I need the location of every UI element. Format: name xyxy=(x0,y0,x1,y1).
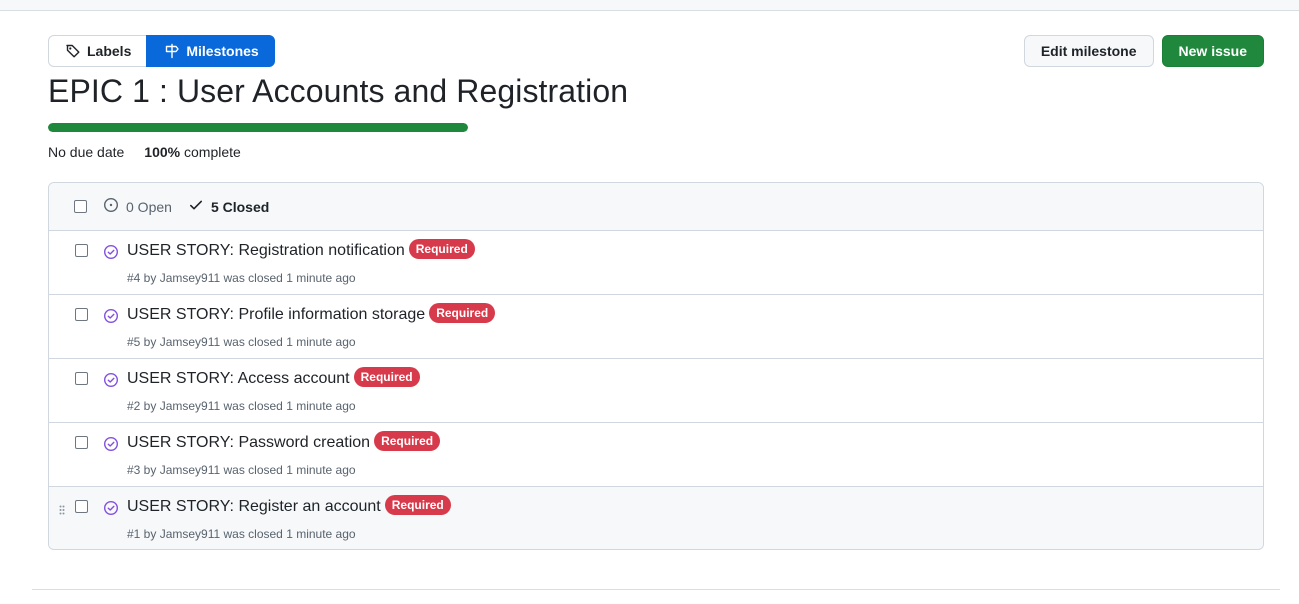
issue-closed-icon xyxy=(103,308,119,329)
issue-title-link[interactable]: USER STORY: Profile information storage xyxy=(127,306,425,324)
tag-icon xyxy=(65,43,81,59)
new-issue-button[interactable]: New issue xyxy=(1161,35,1264,67)
issue-title-link[interactable]: USER STORY: Register an account xyxy=(127,498,381,516)
issue-title-line: USER STORY: Registration notification Re… xyxy=(127,239,475,261)
required-label[interactable]: Required xyxy=(353,367,420,387)
footer-divider xyxy=(32,589,1280,590)
issue-row[interactable]: USER STORY: Registration notification Re… xyxy=(49,231,1263,295)
required-label[interactable]: Required xyxy=(384,495,451,515)
issue-meta: #2 by Jamsey911 was closed 1 minute ago xyxy=(127,399,356,413)
issues-list-header: 0 Open 5 Closed xyxy=(49,183,1263,231)
issue-title-link[interactable]: USER STORY: Password creation xyxy=(127,434,370,452)
issue-title-link[interactable]: USER STORY: Access account xyxy=(127,370,350,388)
milestone-progress-fill xyxy=(48,123,468,132)
issue-meta: #4 by Jamsey911 was closed 1 minute ago xyxy=(127,271,356,285)
milestone-progress-bar xyxy=(48,123,468,132)
milestone-icon xyxy=(164,43,180,59)
issue-checkbox[interactable] xyxy=(75,372,88,385)
required-label[interactable]: Required xyxy=(429,303,496,323)
header-actions: Edit milestone New issue xyxy=(1023,35,1264,67)
closed-issues-filter[interactable]: 5 Closed xyxy=(188,197,269,216)
labels-tab[interactable]: Labels xyxy=(48,35,147,67)
issue-meta: #5 by Jamsey911 was closed 1 minute ago xyxy=(127,335,356,349)
issue-meta: #1 by Jamsey911 was closed 1 minute ago xyxy=(127,527,356,541)
closed-count-label: 5 Closed xyxy=(210,198,270,215)
required-label[interactable]: Required xyxy=(408,239,475,259)
issue-checkbox[interactable] xyxy=(75,500,88,513)
due-date: No due date xyxy=(48,144,125,160)
issue-title-link[interactable]: USER STORY: Registration notification xyxy=(127,242,405,260)
open-issues-filter[interactable]: 0 Open xyxy=(103,197,172,216)
required-label[interactable]: Required xyxy=(374,431,441,451)
issue-row[interactable]: USER STORY: Password creation Required #… xyxy=(49,423,1263,487)
grabber-icon[interactable] xyxy=(59,502,65,520)
completion: 100% complete xyxy=(144,144,241,160)
issue-title-line: USER STORY: Password creation Required xyxy=(127,431,441,453)
issue-rows: USER STORY: Registration notification Re… xyxy=(49,231,1263,549)
issue-title-line: USER STORY: Register an account Required xyxy=(127,495,451,517)
issue-opened-icon xyxy=(103,197,119,216)
issue-checkbox[interactable] xyxy=(75,244,88,257)
issue-closed-icon xyxy=(103,372,119,393)
edit-milestone-button[interactable]: Edit milestone xyxy=(1023,35,1154,67)
issues-list: 0 Open 5 Closed USER STORY: Registration… xyxy=(48,182,1264,550)
labels-milestones-subnav: Labels Milestones xyxy=(48,35,275,67)
issue-title-line: USER STORY: Access account Required xyxy=(127,367,420,389)
labels-tab-label: Labels xyxy=(87,43,132,59)
issue-title-line: USER STORY: Profile information storage … xyxy=(127,303,496,325)
issue-closed-icon xyxy=(103,436,119,457)
select-all-checkbox[interactable] xyxy=(74,200,87,213)
milestone-title: EPIC 1 : User Accounts and Registration xyxy=(48,73,629,109)
issue-meta: #3 by Jamsey911 was closed 1 minute ago xyxy=(127,463,356,477)
top-header-band xyxy=(0,0,1299,11)
milestone-meta: No due date 100% complete xyxy=(48,144,241,160)
issue-closed-icon xyxy=(103,500,119,521)
issue-closed-icon xyxy=(103,244,119,265)
issue-checkbox[interactable] xyxy=(75,308,88,321)
milestones-tab-label: Milestones xyxy=(186,43,259,59)
open-count-label: 0 Open xyxy=(126,198,172,215)
issue-row[interactable]: USER STORY: Register an account Required… xyxy=(49,487,1263,549)
issue-row[interactable]: USER STORY: Profile information storage … xyxy=(49,295,1263,359)
milestones-tab[interactable]: Milestones xyxy=(146,35,275,67)
issue-row[interactable]: USER STORY: Access account Required #2 b… xyxy=(49,359,1263,423)
issue-state-filter: 0 Open 5 Closed xyxy=(103,197,285,216)
completion-suffix: complete xyxy=(180,144,241,160)
completion-percent: 100% xyxy=(144,144,181,160)
check-icon xyxy=(188,197,204,216)
issue-checkbox[interactable] xyxy=(75,436,88,449)
